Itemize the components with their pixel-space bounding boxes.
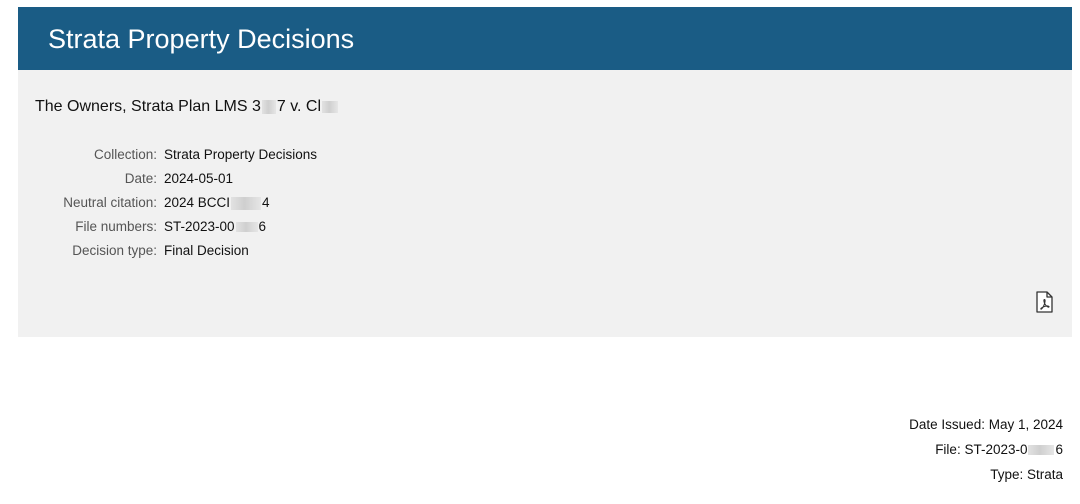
citation-value: 2024 BCCI 4 bbox=[164, 195, 270, 211]
file-numbers-label: File numbers: bbox=[75, 219, 157, 234]
meta-row-date: Date: 2024-05-01 bbox=[18, 171, 418, 195]
meta-row-collection: Collection: Strata Property Decisions bbox=[18, 147, 418, 171]
citation-label: Neutral citation: bbox=[63, 195, 157, 210]
collection-label: Collection: bbox=[93, 147, 157, 162]
date-label: Date: bbox=[124, 171, 157, 186]
decision-type-value: Final Decision bbox=[164, 243, 249, 258]
date-issued: Date Issued: May 1, 2024 bbox=[909, 417, 1063, 432]
file-numbers-value: ST-2023-00 6 bbox=[164, 219, 266, 235]
case-title-mid: 7 v. Cl bbox=[276, 98, 322, 115]
decision-type-footer: Type: Strata bbox=[990, 467, 1063, 482]
meta-row-citation: Neutral citation: 2024 BCCI 4 bbox=[18, 195, 418, 219]
page-title[interactable]: Strata Property Decisions bbox=[48, 23, 354, 55]
redaction-block bbox=[1028, 445, 1055, 456]
redaction-block bbox=[322, 100, 339, 113]
redaction-block bbox=[231, 196, 262, 210]
decision-metadata: Collection: Strata Property Decisions Da… bbox=[18, 147, 418, 267]
date-value: 2024-05-01 bbox=[164, 171, 234, 186]
citation-prefix: 2024 BCCI bbox=[164, 195, 231, 210]
footer-file-prefix: File: ST-2023-0 bbox=[935, 442, 1028, 457]
decision-summary-panel: The Owners, Strata Plan LMS 3 7 v. Cl Col… bbox=[18, 70, 1072, 337]
collection-value: Strata Property Decisions bbox=[164, 147, 318, 162]
decision-type-label: Decision type: bbox=[72, 243, 157, 258]
pdf-download-button[interactable] bbox=[1035, 291, 1053, 313]
meta-row-decision-type: Decision type: Final Decision bbox=[18, 243, 418, 267]
footer-file-suffix: 6 bbox=[1055, 442, 1063, 457]
redaction-block bbox=[261, 99, 276, 114]
file-suffix: 6 bbox=[258, 219, 267, 234]
citation-suffix: 4 bbox=[262, 195, 270, 210]
decision-footer-info: Date Issued: May 1, 2024 File: ST-2023-0… bbox=[909, 417, 1063, 492]
site-banner: Strata Property Decisions bbox=[18, 7, 1072, 70]
footer-file-number: File: ST-2023-0 6 bbox=[909, 442, 1063, 467]
pdf-document-icon bbox=[1036, 291, 1053, 313]
case-title[interactable]: The Owners, Strata Plan LMS 3 7 v. Cl bbox=[35, 97, 339, 117]
file-prefix: ST-2023-00 bbox=[164, 219, 235, 234]
case-title-prefix: The Owners, Strata Plan LMS 3 bbox=[35, 98, 261, 115]
redaction-block bbox=[235, 222, 258, 233]
meta-row-file-numbers: File numbers: ST-2023-00 6 bbox=[18, 219, 418, 243]
